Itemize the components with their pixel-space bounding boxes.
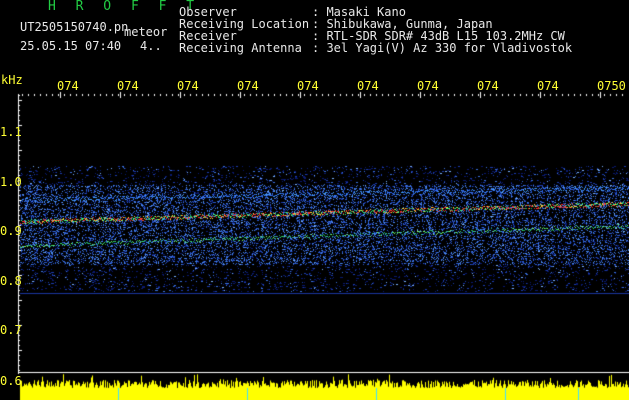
x-tick-label: 074	[237, 79, 259, 93]
x-tick-label: 074	[177, 79, 199, 93]
y-tick-0.9: 0.9	[0, 224, 22, 238]
y-tick-0.7: 0.7	[0, 323, 22, 337]
spectrogram-window: H R O F F T UT2505150740.pn meteor 25.05…	[0, 0, 629, 400]
x-tick-label: 074	[537, 79, 559, 93]
x-tick-label: 074	[297, 79, 319, 93]
datetime: 25.05.15 07:40	[20, 39, 122, 53]
y-tick-1.0: 1.0	[0, 175, 22, 189]
x-tick-label: 074	[57, 79, 79, 93]
y-tick-0.6: 0.6	[0, 374, 22, 388]
y-axis-unit: kHz	[1, 73, 23, 87]
x-tick-label: 074	[357, 79, 379, 93]
x-tick-label: 074	[417, 79, 439, 93]
app-title: H R O F F T	[48, 0, 201, 14]
spectrogram-canvas	[0, 0, 629, 400]
file-name: UT2505150740.pn	[20, 20, 129, 34]
mode-label: meteor	[124, 25, 168, 39]
y-tick-1.1: 1.1	[0, 125, 22, 139]
x-tick-label: 0750	[597, 79, 626, 93]
x-tick-label: 074	[117, 79, 139, 93]
frame-number: 4..	[140, 39, 162, 53]
x-tick-label: 074	[477, 79, 499, 93]
info-value-antenna: : 3el Yagi(V) Az 330 for Vladivostok	[312, 41, 573, 55]
info-label-antenna: Receiving Antenna	[179, 41, 302, 55]
y-tick-0.8: 0.8	[0, 274, 22, 288]
